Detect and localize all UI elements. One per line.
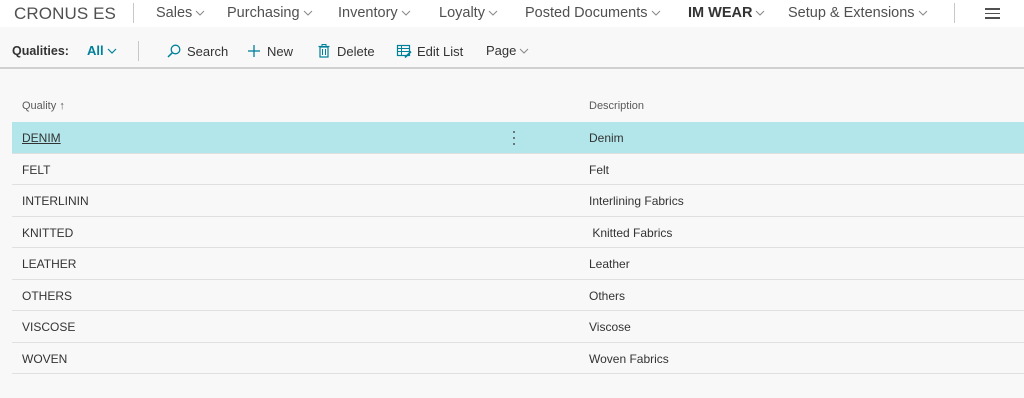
- edit-list-button[interactable]: Edit List: [396, 43, 463, 59]
- top-navigation-bar: CRONUS ES Sales Purchasing Inventory Loy…: [0, 0, 1024, 27]
- description-cell: Leather: [589, 257, 630, 271]
- trash-icon: [318, 44, 330, 58]
- page-menu-button[interactable]: Page: [486, 43, 529, 58]
- company-name[interactable]: CRONUS ES: [14, 4, 116, 24]
- search-icon: [167, 44, 181, 58]
- nav-item-label: Sales: [156, 5, 193, 21]
- nav-item-label: Setup & Extensions: [788, 5, 915, 21]
- table-row[interactable]: LEATHER Leather: [12, 248, 1024, 280]
- table-row[interactable]: FELT Felt: [12, 154, 1024, 185]
- nav-item-label: Inventory: [338, 5, 398, 21]
- nav-item-inventory[interactable]: Inventory: [338, 5, 411, 21]
- column-header-quality[interactable]: Quality ↑: [22, 100, 65, 112]
- column-header-label: Quality: [22, 100, 57, 112]
- nav-divider: [954, 3, 955, 23]
- nav-divider: [133, 3, 134, 23]
- chevron-down-icon: [651, 10, 660, 16]
- nav-item-sales[interactable]: Sales: [156, 5, 205, 21]
- table-row[interactable]: INTERLININ Interlining Fabrics: [12, 185, 1024, 217]
- quality-cell[interactable]: INTERLININ: [22, 194, 89, 208]
- chevron-down-icon: [303, 10, 312, 16]
- description-cell: Felt: [589, 162, 610, 177]
- chevron-down-icon: [488, 10, 498, 16]
- action-bar-divider: [138, 41, 139, 61]
- description-cell: Knitted Fabrics: [589, 225, 673, 240]
- column-header-description[interactable]: Description: [589, 100, 644, 112]
- description-cell: Others: [589, 288, 626, 303]
- search-button-label: Search: [187, 43, 229, 59]
- nav-item-label: Posted Documents: [525, 5, 648, 21]
- description-cell: Woven Fabrics: [589, 351, 669, 366]
- quality-cell[interactable]: KNITTED: [22, 226, 73, 240]
- quality-cell[interactable]: WOVEN: [22, 352, 67, 366]
- quality-cell[interactable]: VISCOSE: [22, 320, 75, 334]
- plus-icon: [248, 45, 260, 57]
- nav-item-im-wear[interactable]: IM WEAR: [688, 5, 765, 21]
- new-button-label: New: [267, 43, 294, 59]
- sort-ascending-icon: ↑: [59, 100, 65, 112]
- table-row[interactable]: OTHERS Others: [12, 280, 1024, 311]
- new-button[interactable]: New: [246, 43, 293, 59]
- view-filter-label: Qualities:: [12, 44, 69, 58]
- chevron-down-icon: [107, 48, 117, 54]
- chevron-down-icon: [756, 10, 765, 16]
- view-filter-dropdown[interactable]: All: [87, 43, 117, 58]
- view-filter-value: All: [87, 43, 104, 58]
- chevron-down-icon: [195, 10, 205, 16]
- nav-item-label: Purchasing: [227, 5, 300, 21]
- table-row[interactable]: VISCOSE Viscose: [12, 311, 1024, 343]
- chevron-down-icon: [918, 10, 927, 16]
- nav-item-posted-documents[interactable]: Posted Documents: [525, 5, 661, 21]
- page-menu-label: Page: [486, 43, 517, 58]
- chevron-down-icon: [520, 48, 529, 54]
- delete-button[interactable]: Delete: [316, 43, 375, 59]
- action-bar: Qualities: All Search New Delete Edit Li…: [0, 27, 1024, 69]
- nav-item-setup-extensions[interactable]: Setup & Extensions: [788, 5, 928, 21]
- search-button[interactable]: Search: [166, 43, 228, 59]
- row-actions-icon[interactable]: [508, 129, 520, 147]
- table-row[interactable]: DENIM Denim: [12, 122, 1024, 154]
- description-cell: Interlining Fabrics: [589, 194, 684, 208]
- quality-cell[interactable]: FELT: [22, 163, 50, 177]
- nav-item-label: IM WEAR: [688, 5, 753, 21]
- nav-item-loyalty[interactable]: Loyalty: [439, 5, 498, 21]
- quality-cell[interactable]: DENIM: [22, 131, 61, 145]
- edit-list-button-label: Edit List: [417, 43, 464, 59]
- chevron-down-icon: [401, 10, 411, 16]
- description-cell: Denim: [589, 131, 624, 145]
- table-row[interactable]: KNITTED Knitted Fabrics: [12, 217, 1024, 248]
- table-row[interactable]: WOVEN Woven Fabrics: [12, 343, 1024, 374]
- quality-cell[interactable]: OTHERS: [22, 289, 72, 303]
- quality-cell[interactable]: LEATHER: [22, 257, 76, 271]
- hamburger-menu-icon[interactable]: [985, 8, 1000, 19]
- edit-list-icon: [396, 44, 412, 59]
- nav-item-purchasing[interactable]: Purchasing: [227, 5, 313, 21]
- delete-button-label: Delete: [337, 43, 375, 59]
- description-cell: Viscose: [589, 320, 631, 334]
- nav-item-label: Loyalty: [439, 5, 485, 21]
